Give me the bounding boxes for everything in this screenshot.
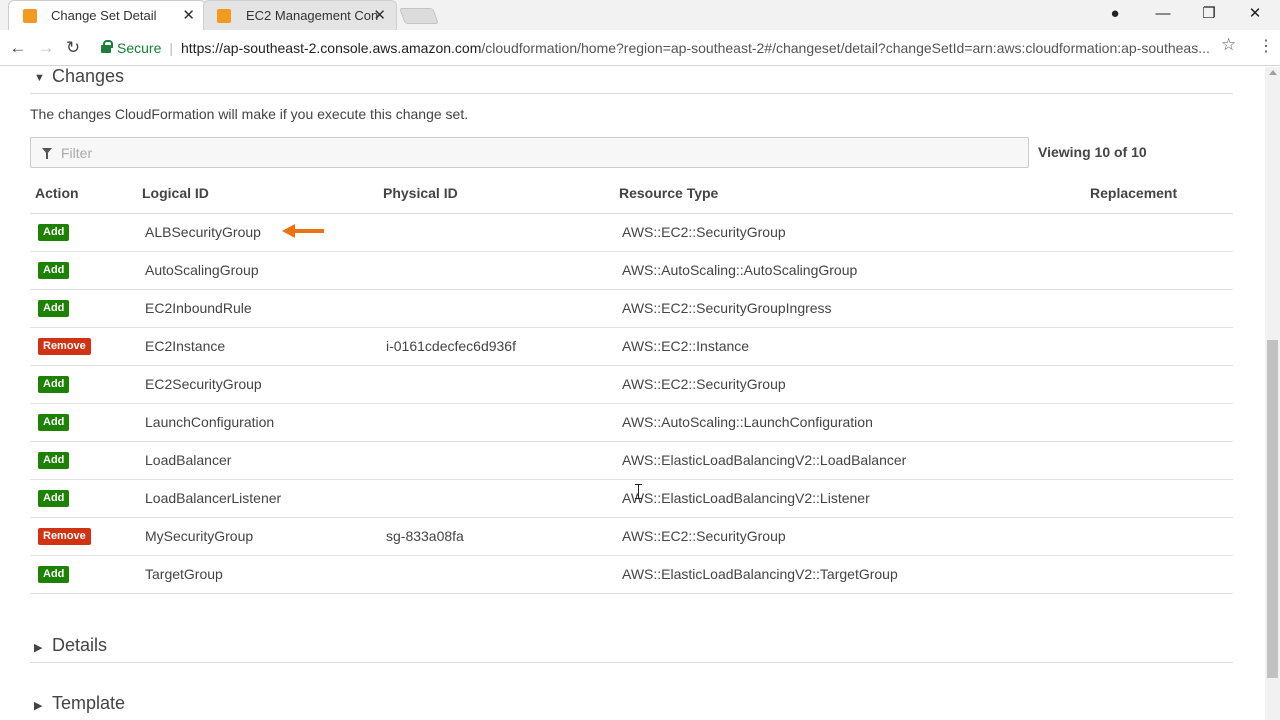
changes-section-header[interactable]: ▼ Changes	[30, 67, 1233, 94]
changes-description: The changes CloudFormation will make if …	[30, 106, 469, 122]
url-separator: |	[169, 40, 173, 56]
action-badge: Add	[38, 262, 70, 279]
column-header-logical-id[interactable]: Logical ID	[142, 185, 209, 201]
details-section-header[interactable]: ▶ Details	[30, 633, 1233, 663]
logical-id-cell: LoadBalancer	[145, 452, 232, 468]
bookmark-star-icon[interactable]: ☆	[1221, 35, 1236, 55]
tab-close-icon[interactable]: ✕	[373, 1, 386, 30]
arrow-shaft	[292, 229, 324, 233]
table-row[interactable]: Add ALBSecurityGroup AWS::EC2::SecurityGro…	[30, 214, 1233, 252]
lock-icon	[101, 40, 113, 53]
table-row[interactable]: Remove MySecurityGroup sg-833a08fa AWS::EC2…	[30, 518, 1233, 556]
action-badge: Remove	[38, 528, 91, 545]
address-bar-row: ← → ↻ Secure | https://ap-southeast-2.cons…	[0, 30, 1280, 66]
table-row[interactable]: Add AutoScalingGroup AWS::AutoScaling::Aut…	[30, 252, 1233, 290]
text-cursor-icon	[635, 484, 643, 499]
page-content: ▼ Changes The changes CloudFormation wil…	[0, 67, 1265, 720]
filter-box[interactable]	[30, 137, 1029, 168]
resource-type-cell: AWS::AutoScaling::LaunchConfiguration	[622, 414, 873, 430]
scroll-up-arrow-icon[interactable]	[1269, 70, 1277, 75]
browser-menu-icon[interactable]: ⋮	[1258, 36, 1274, 56]
profile-icon[interactable]: ●	[1092, 0, 1138, 30]
table-row[interactable]: Add LoadBalancer AWS::ElasticLoadBalancing…	[30, 442, 1233, 480]
new-tab-button[interactable]	[399, 8, 439, 24]
caret-down-icon: ▼	[34, 72, 45, 84]
tab-title: Change Set Detail	[51, 8, 157, 23]
restore-button[interactable]: ❐	[1186, 0, 1232, 30]
resource-type-cell: AWS::ElasticLoadBalancingV2::LoadBalance…	[622, 452, 907, 468]
template-section-title: Template	[52, 693, 126, 713]
column-header-resource-type[interactable]: Resource Type	[619, 185, 718, 201]
aws-favicon-icon	[217, 9, 231, 23]
secure-label: Secure	[117, 40, 162, 56]
action-badge: Add	[38, 224, 70, 241]
url-path: /cloudformation/home?region=ap-southeast…	[481, 40, 1210, 56]
url-field[interactable]: Secure | https://ap-southeast-2.console.aw…	[92, 34, 1218, 62]
column-header-action[interactable]: Action	[35, 185, 79, 201]
action-badge: Add	[38, 566, 70, 583]
action-badge: Add	[38, 490, 70, 507]
logical-id-cell: TargetGroup	[145, 566, 223, 582]
reload-button[interactable]: ↻	[61, 36, 85, 60]
resource-type-cell: AWS::EC2::Instance	[622, 338, 750, 354]
template-section-header[interactable]: ▶ Template	[30, 691, 1233, 720]
resource-type-cell: AWS::ElasticLoadBalancingV2::Listener	[622, 490, 870, 506]
logical-id-cell: EC2Instance	[145, 338, 226, 354]
table-row[interactable]: Add EC2SecurityGroup AWS::EC2::SecurityGro…	[30, 366, 1233, 404]
aws-favicon-icon	[23, 9, 37, 23]
resource-type-cell: AWS::AutoScaling::AutoScalingGroup	[622, 262, 858, 278]
tab-title: EC2 Management Console	[246, 8, 378, 23]
tab-change-set-detail[interactable]: Change Set Detail ✕	[8, 0, 206, 30]
table-row[interactable]: Remove EC2Instance i-0161cdecfec6d936f AWS:…	[30, 328, 1233, 366]
tab-close-icon[interactable]: ✕	[182, 1, 195, 30]
logical-id-cell: MySecurityGroup	[145, 528, 254, 544]
table-row[interactable]: Add EC2InboundRule AWS::EC2::SecurityGroup…	[30, 290, 1233, 328]
back-button[interactable]: ←	[6, 36, 30, 60]
resource-type-cell: AWS::EC2::SecurityGroup	[622, 528, 786, 544]
caret-right-icon: ▶	[34, 700, 43, 712]
physical-id-cell: i-0161cdecfec6d936f	[386, 338, 516, 354]
column-header-physical-id[interactable]: Physical ID	[383, 185, 458, 201]
logical-id-cell: EC2InboundRule	[145, 300, 252, 316]
url-host: https://ap-southeast-2.console.aws.amazo…	[181, 40, 482, 56]
logical-id-cell: LoadBalancerListener	[145, 490, 282, 506]
changes-table-body: Add ALBSecurityGroup AWS::EC2::SecurityGro…	[30, 214, 1233, 594]
action-badge: Add	[38, 414, 70, 431]
viewing-count: Viewing 10 of 10	[1038, 144, 1147, 160]
column-header-replacement[interactable]: Replacement	[1090, 185, 1177, 201]
table-row[interactable]: Add LoadBalancerListener AWS::ElasticLoadB…	[30, 480, 1233, 518]
forward-button[interactable]: →	[34, 36, 58, 60]
table-row[interactable]: Add TargetGroup AWS::ElasticLoadBalancingV…	[30, 556, 1233, 594]
action-badge: Add	[38, 376, 70, 393]
scrollbar-thumb[interactable]	[1267, 340, 1278, 678]
details-section-title: Details	[52, 635, 108, 655]
table-row[interactable]: Add LaunchConfiguration AWS::AutoScaling::…	[30, 404, 1233, 442]
caret-right-icon: ▶	[34, 642, 43, 654]
resource-type-cell: AWS::EC2::SecurityGroup	[622, 376, 786, 392]
resource-type-cell: AWS::EC2::SecurityGroupIngress	[622, 300, 832, 316]
logical-id-cell: AutoScalingGroup	[145, 262, 259, 278]
resource-type-cell: AWS::ElasticLoadBalancingV2::TargetGroup	[622, 566, 898, 582]
filter-input[interactable]	[61, 143, 1011, 163]
funnel-icon	[42, 148, 52, 159]
orange-arrow-annotation	[282, 224, 324, 238]
tab-ec2-management-console[interactable]: EC2 Management Console ✕	[203, 0, 397, 30]
browser-tab-bar: Change Set Detail ✕ EC2 Management Conso…	[0, 0, 1280, 30]
vertical-scrollbar[interactable]	[1265, 67, 1280, 720]
table-header: Action Logical ID Physical ID Resource T…	[30, 175, 1233, 214]
resource-type-cell: AWS::EC2::SecurityGroup	[622, 224, 786, 240]
logical-id-cell: LaunchConfiguration	[145, 414, 275, 430]
logical-id-cell: EC2SecurityGroup	[145, 376, 262, 392]
action-badge: Add	[38, 300, 70, 317]
action-badge: Remove	[38, 338, 91, 355]
close-window-button[interactable]: ✕	[1232, 0, 1278, 30]
changes-section-title: Changes	[52, 67, 125, 86]
physical-id-cell: sg-833a08fa	[386, 528, 464, 544]
logical-id-cell: ALBSecurityGroup	[145, 224, 261, 240]
minimize-button[interactable]: —	[1140, 0, 1186, 30]
action-badge: Add	[38, 452, 70, 469]
